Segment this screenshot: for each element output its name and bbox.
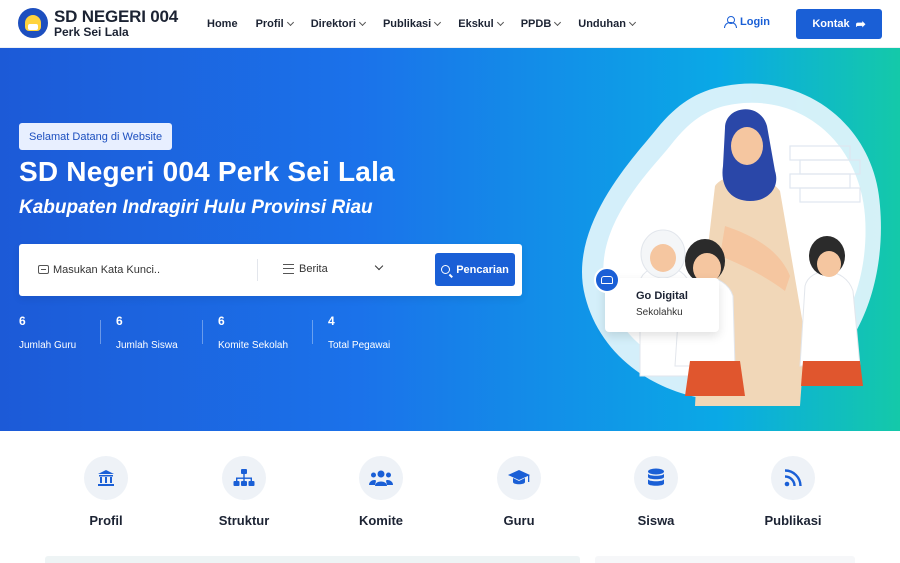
sidebar-panel <box>595 556 855 563</box>
chevron-down-icon <box>554 18 562 27</box>
contact-button[interactable]: Kontak ➦ <box>796 9 882 39</box>
logo[interactable]: SD NEGERI 004 Perk Sei Lala <box>18 8 178 38</box>
stat-komite: 6 Komite Sekolah <box>218 314 289 351</box>
feature-komite[interactable]: Komite <box>321 456 441 528</box>
brand-title: SD NEGERI 004 <box>54 7 179 26</box>
database-icon <box>648 468 664 486</box>
welcome-badge: Selamat Datang di Website <box>19 123 173 150</box>
go-digital-card: Go Digital Sekolahku <box>605 278 719 332</box>
stat-divider <box>202 320 203 344</box>
stat-guru: 6 Jumlah Guru <box>19 314 77 351</box>
category-select[interactable]: Berita <box>299 263 328 275</box>
main-nav: Home Profil Direktori Publikasi Ekskul P… <box>207 0 653 48</box>
users-icon <box>369 470 393 486</box>
divider <box>257 259 258 281</box>
stats-row: 6 Jumlah Guru 6 Jumlah Siswa 6 Komite Se… <box>19 314 418 354</box>
feature-publikasi[interactable]: Publikasi <box>733 456 853 528</box>
search-input[interactable] <box>53 258 263 282</box>
list-icon <box>283 264 294 274</box>
nav-publikasi[interactable]: Publikasi <box>383 18 442 30</box>
chevron-down-icon[interactable] <box>374 261 384 271</box>
stat-divider <box>100 320 101 344</box>
nav-home[interactable]: Home <box>207 18 238 30</box>
user-icon <box>724 16 737 28</box>
building-icon <box>98 470 114 486</box>
stat-siswa: 6 Jumlah Siswa <box>116 314 178 351</box>
nav-ekskul[interactable]: Ekskul <box>458 18 504 30</box>
feature-siswa[interactable]: Siswa <box>596 456 716 528</box>
hero-title: SD Negeri 004 Perk Sei Lala <box>19 156 395 187</box>
chevron-down-icon <box>496 18 504 27</box>
chevron-down-icon <box>628 18 636 27</box>
feature-guru[interactable]: Guru <box>459 456 579 528</box>
car-icon <box>601 276 613 284</box>
nav-ppdb[interactable]: PPDB <box>521 18 562 30</box>
graduation-cap-icon <box>508 470 530 485</box>
stat-pegawai: 4 Total Pegawai <box>328 314 391 351</box>
content-panel <box>45 556 580 563</box>
share-arrow-icon: ➦ <box>855 17 866 31</box>
chevron-down-icon <box>358 18 366 27</box>
login-link[interactable]: Login <box>724 16 770 28</box>
teacher-children-illustration <box>581 83 881 406</box>
hero-subtitle: Kabupaten Indragiri Hulu Provinsi Riau <box>19 197 373 218</box>
hierarchy-icon <box>233 469 255 486</box>
hero-section: Selamat Datang di Website SD Negeri 004 … <box>0 48 900 431</box>
feature-menu: Profil Struktur Komite Guru Siswa Publik… <box>40 431 860 551</box>
car-badge <box>594 267 620 293</box>
tut-wuri-handayani-logo-icon <box>18 8 48 38</box>
search-bar: Berita Pencarian <box>19 244 522 296</box>
keyboard-icon <box>38 265 49 274</box>
stat-divider <box>312 320 313 344</box>
feature-profil[interactable]: Profil <box>46 456 166 528</box>
feature-struktur[interactable]: Struktur <box>184 456 304 528</box>
nav-unduhan[interactable]: Unduhan <box>578 18 636 30</box>
brand-subtitle: Perk Sei Lala <box>54 25 129 39</box>
search-icon <box>441 265 451 274</box>
search-button[interactable]: Pencarian <box>435 253 515 286</box>
chevron-down-icon <box>286 18 294 27</box>
rss-icon <box>784 469 802 487</box>
site-header: SD NEGERI 004 Perk Sei Lala Home Profil … <box>0 0 900 48</box>
chevron-down-icon <box>434 18 442 27</box>
nav-profil[interactable]: Profil <box>256 18 294 30</box>
nav-direktori[interactable]: Direktori <box>311 18 366 30</box>
